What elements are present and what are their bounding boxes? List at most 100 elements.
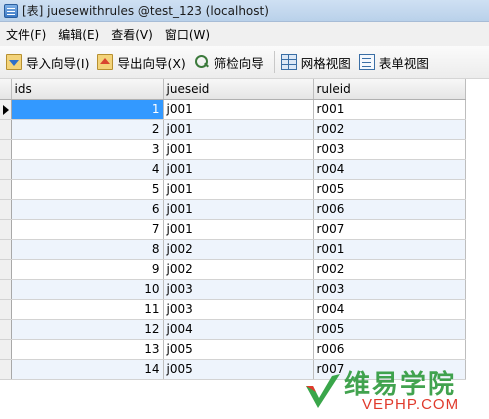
table-row[interactable]: 4 j001 r004 [0,159,466,180]
cell-ids[interactable]: 4 [11,159,164,180]
menu-file[interactable]: 文件(F) [6,26,46,43]
cell-jueseid[interactable]: j001 [163,199,314,220]
toolbar-separator [273,51,275,73]
cell-jueseid[interactable]: j004 [163,319,314,340]
cell-ruleid[interactable]: r001 [313,99,466,120]
table-row[interactable]: 10 j003 r003 [0,279,466,300]
import-wizard-label: 导入向导(I) [26,55,90,71]
cell-jueseid[interactable]: j001 [163,119,314,140]
cell-ruleid[interactable]: r003 [313,139,466,160]
cell-jueseid[interactable]: j002 [163,259,314,280]
cell-jueseid[interactable]: j005 [163,339,314,360]
table-row[interactable]: 6 j001 r006 [0,199,466,220]
row-selector[interactable] [0,319,12,340]
cell-jueseid[interactable]: j001 [163,139,314,160]
cell-ids[interactable]: 8 [11,239,164,260]
menu-edit[interactable]: 编辑(E) [58,26,99,43]
cell-ruleid[interactable]: r002 [313,259,466,280]
vephp-logo-icon [306,374,340,408]
row-selector[interactable] [0,339,12,360]
row-selector-header[interactable] [0,79,12,100]
row-selector[interactable] [0,219,12,240]
cell-ruleid[interactable]: r005 [313,319,466,340]
cell-ids[interactable]: 11 [11,299,164,320]
records-table: ids jueseid ruleid 1 j001 r001 2 j001 r002 3 j0… [0,79,466,380]
cell-jueseid[interactable]: j001 [163,179,314,200]
cell-ruleid[interactable]: r007 [313,219,466,240]
row-selector[interactable] [0,99,12,120]
form-view-label: 表单视图 [378,55,429,71]
form-view-button[interactable]: 表单视图 [358,53,429,72]
cell-ruleid[interactable]: r005 [313,179,466,200]
cell-ids[interactable]: 7 [11,219,164,240]
filter-wizard-button[interactable]: 筛检向导 [194,53,264,72]
export-wizard-label: 导出向导(X) [117,55,186,71]
current-row-arrow-icon [3,104,9,115]
filter-icon [194,54,210,70]
grid-view-label: 网格视图 [300,55,351,71]
column-header-ids[interactable]: ids [11,79,164,100]
column-header-ruleid[interactable]: ruleid [313,79,466,100]
cell-ruleid[interactable]: r004 [313,299,466,320]
row-selector[interactable] [0,359,12,380]
cell-ruleid[interactable]: r006 [313,199,466,220]
watermark: 维易学院 VEPHP.COM [300,362,489,419]
window-title: [表] juesewithrules @test_123 (localhost) [22,4,269,18]
row-selector[interactable] [0,239,12,260]
row-selector[interactable] [0,299,12,320]
table-row[interactable]: 11 j003 r004 [0,299,466,320]
row-selector[interactable] [0,139,12,160]
cell-jueseid[interactable]: j002 [163,239,314,260]
export-icon [97,54,114,70]
table-row[interactable]: 1 j001 r001 [0,99,466,120]
cell-ruleid[interactable]: r002 [313,119,466,140]
grid-view-icon [280,54,297,70]
header-row: ids jueseid ruleid [0,79,466,100]
form-view-icon [358,54,375,70]
cell-ids[interactable]: 2 [11,119,164,140]
cell-jueseid[interactable]: j001 [163,159,314,180]
cell-jueseid[interactable]: j003 [163,299,314,320]
table-row[interactable]: 12 j004 r005 [0,319,466,340]
cell-jueseid[interactable]: j001 [163,99,314,120]
table-row[interactable]: 3 j001 r003 [0,139,466,160]
cell-jueseid[interactable]: j003 [163,279,314,300]
menu-window[interactable]: 窗口(W) [165,26,210,43]
cell-ids[interactable]: 1 [11,99,164,120]
row-selector[interactable] [0,119,12,140]
table-app-icon [4,3,18,18]
import-icon [6,54,22,70]
menu-view[interactable]: 查看(V) [111,26,153,43]
table-row[interactable]: 5 j001 r005 [0,179,466,200]
table-row[interactable]: 13 j005 r006 [0,339,466,360]
cell-ids[interactable]: 5 [11,179,164,200]
export-wizard-button[interactable]: 导出向导(X) [97,53,186,72]
cell-jueseid[interactable]: j005 [163,359,314,380]
cell-ids[interactable]: 14 [11,359,164,380]
toolbar: 导入向导(I) 导出向导(X) 筛检向导 网格视图 表单视图 [0,46,489,79]
grid-view-button[interactable]: 网格视图 [280,53,351,72]
table-row[interactable]: 7 j001 r007 [0,219,466,240]
cell-ruleid[interactable]: r006 [313,339,466,360]
table-row[interactable]: 2 j001 r002 [0,119,466,140]
cell-ids[interactable]: 13 [11,339,164,360]
cell-ids[interactable]: 3 [11,139,164,160]
cell-ids[interactable]: 10 [11,279,164,300]
cell-ruleid[interactable]: r004 [313,159,466,180]
cell-ids[interactable]: 9 [11,259,164,280]
table-row[interactable]: 8 j002 r001 [0,239,466,260]
row-selector[interactable] [0,159,12,180]
row-selector[interactable] [0,279,12,300]
column-header-jueseid[interactable]: jueseid [163,79,314,100]
row-selector[interactable] [0,199,12,220]
cell-jueseid[interactable]: j001 [163,219,314,240]
cell-ruleid[interactable]: r001 [313,239,466,260]
cell-ids[interactable]: 6 [11,199,164,220]
cell-ruleid[interactable]: r003 [313,279,466,300]
import-wizard-button[interactable]: 导入向导(I) [6,53,89,72]
row-selector[interactable] [0,179,12,200]
cell-ids[interactable]: 12 [11,319,164,340]
table-row[interactable]: 9 j002 r002 [0,259,466,280]
row-selector[interactable] [0,259,12,280]
title-bar: [表] juesewithrules @test_123 (localhost) [0,0,489,22]
